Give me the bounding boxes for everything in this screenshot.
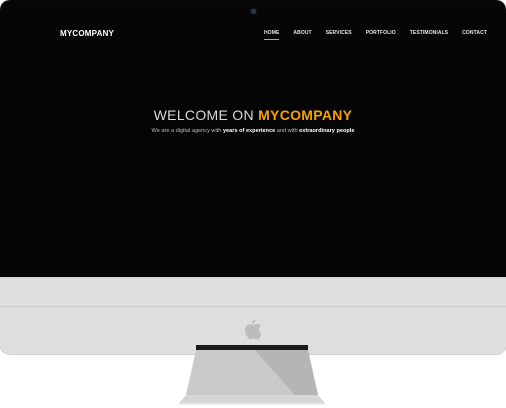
chin-divider [0, 306, 506, 307]
nav-about[interactable]: ABOUT [293, 30, 311, 36]
hero-sub-part-2: years of experience [222, 128, 276, 134]
nav-services[interactable]: SERVICES [326, 30, 352, 36]
nav-contact[interactable]: CONTACT [462, 30, 487, 36]
site-logo[interactable]: MYCOMPANY [60, 29, 114, 38]
hero-title-prefix: WELCOME ON [153, 107, 259, 123]
hero-title-accent: MYCOMPANY [258, 107, 353, 123]
monitor-bezel: MYCOMPANY HOME ABOUT SERVICES PORTFOLIO … [0, 0, 506, 278]
imac-monitor: MYCOMPANY HOME ABOUT SERVICES PORTFOLIO … [0, 0, 506, 354]
nav-testimonials[interactable]: TESTIMONIALS [410, 30, 448, 36]
main-nav: HOME ABOUT SERVICES PORTFOLIO TESTIMONIA… [264, 30, 501, 40]
hero-sub-part-3: and with [275, 128, 300, 134]
monitor-stand [179, 345, 325, 405]
nav-home[interactable]: HOME [264, 30, 280, 40]
hero-sub-part-1: We are a digital agency with [151, 128, 223, 134]
hero-subtitle: We are a digital agency with years of ex… [0, 128, 506, 134]
nav-portfolio[interactable]: PORTFOLIO [366, 30, 396, 36]
hero-title: WELCOME ON MYCOMPANY [0, 107, 506, 123]
monitor-chin [0, 278, 506, 354]
website-screen: MYCOMPANY HOME ABOUT SERVICES PORTFOLIO … [0, 14, 506, 278]
apple-icon [245, 319, 262, 340]
hero-sub-part-4: extraordinary people [299, 128, 355, 134]
